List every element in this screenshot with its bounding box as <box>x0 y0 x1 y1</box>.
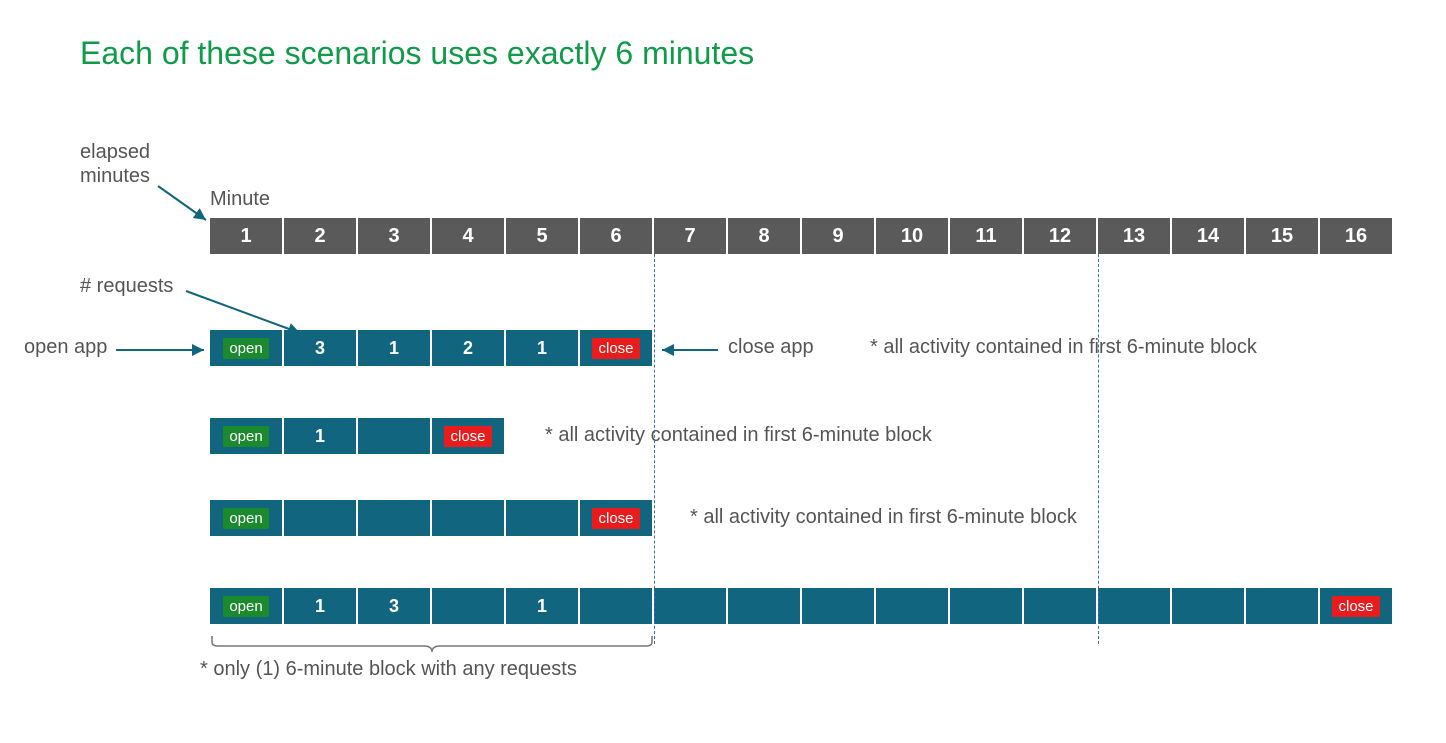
minute-header-cell: 5 <box>506 218 578 254</box>
minute-header-cell: 8 <box>728 218 800 254</box>
minute-header-cell: 14 <box>1172 218 1244 254</box>
timeline-cell: open <box>210 418 282 454</box>
timeline-cell <box>950 588 1022 624</box>
scenario-1-note: * all activity contained in first 6-minu… <box>870 336 1257 359</box>
timeline-cell <box>1098 588 1170 624</box>
brace-icon <box>210 634 654 652</box>
open-badge: open <box>223 596 268 617</box>
timeline-cell <box>1024 588 1096 624</box>
timeline-cell <box>506 500 578 536</box>
timeline-cell <box>728 588 800 624</box>
timeline-cell: open <box>210 500 282 536</box>
scenario-4-note: * only (1) 6-minute block with any reque… <box>200 658 577 681</box>
timeline-cell <box>358 500 430 536</box>
close-badge: close <box>592 338 639 359</box>
timeline-cell: 1 <box>358 330 430 366</box>
minute-header-cell: 3 <box>358 218 430 254</box>
close-badge: close <box>592 508 639 529</box>
open-badge: open <box>223 426 268 447</box>
minute-header-cell: 16 <box>1320 218 1392 254</box>
scenario-row-1: open3121close <box>210 330 652 366</box>
minute-header-cell: 11 <box>950 218 1022 254</box>
open-badge: open <box>223 508 268 529</box>
scenario-row-2: open 1 close <box>210 418 504 454</box>
minute-header-cell: 15 <box>1246 218 1318 254</box>
minute-header-cell: 10 <box>876 218 948 254</box>
divider-minute-12 <box>1098 254 1099 644</box>
timeline-cell: 1 <box>506 330 578 366</box>
close-app-label: close app <box>728 336 814 359</box>
minute-header-cell: 7 <box>654 218 726 254</box>
minute-header-cell: 1 <box>210 218 282 254</box>
minute-header-cell: 4 <box>432 218 504 254</box>
minute-header-row: 12345678910111213141516 <box>210 218 1392 254</box>
minute-header-cell: 9 <box>802 218 874 254</box>
timeline-cell: close <box>580 330 652 366</box>
timeline-cell: open <box>210 588 282 624</box>
page-title: Each of these scenarios uses exactly 6 m… <box>80 35 754 72</box>
timeline-cell <box>580 588 652 624</box>
arrow-open-app <box>112 340 212 360</box>
close-badge: close <box>444 426 491 447</box>
timeline-cell <box>1172 588 1244 624</box>
timeline-cell <box>432 500 504 536</box>
minute-header-cell: 13 <box>1098 218 1170 254</box>
timeline-cell: 1 <box>506 588 578 624</box>
timeline-cell: close <box>432 418 504 454</box>
timeline-cell: open <box>210 330 282 366</box>
scenario-row-3: open close <box>210 500 652 536</box>
timeline-cell: close <box>1320 588 1392 624</box>
timeline-cell: close <box>580 500 652 536</box>
elapsed-minutes-label: elapsed minutes <box>80 140 150 188</box>
scenario-row-4: open131close <box>210 588 1392 624</box>
open-app-label: open app <box>24 336 107 359</box>
timeline-cell <box>876 588 948 624</box>
scenario-2-note: * all activity contained in first 6-minu… <box>545 424 932 447</box>
close-badge: close <box>1332 596 1379 617</box>
timeline-cell <box>358 418 430 454</box>
timeline-cell: 2 <box>432 330 504 366</box>
scenario-3-note: * all activity contained in first 6-minu… <box>690 506 1077 529</box>
timeline-cell: 3 <box>284 330 356 366</box>
timeline-cell <box>802 588 874 624</box>
minute-header-cell: 2 <box>284 218 356 254</box>
open-badge: open <box>223 338 268 359</box>
timeline-cell: 3 <box>358 588 430 624</box>
arrow-close-app <box>656 340 726 360</box>
timeline-cell: 1 <box>284 588 356 624</box>
timeline-cell <box>654 588 726 624</box>
timeline-cell <box>1246 588 1318 624</box>
requests-label: # requests <box>80 275 173 298</box>
minute-axis-label: Minute <box>210 188 270 211</box>
minute-header-cell: 6 <box>580 218 652 254</box>
minute-header-cell: 12 <box>1024 218 1096 254</box>
divider-minute-6 <box>654 254 655 644</box>
timeline-cell <box>432 588 504 624</box>
timeline-cell <box>284 500 356 536</box>
timeline-cell: 1 <box>284 418 356 454</box>
